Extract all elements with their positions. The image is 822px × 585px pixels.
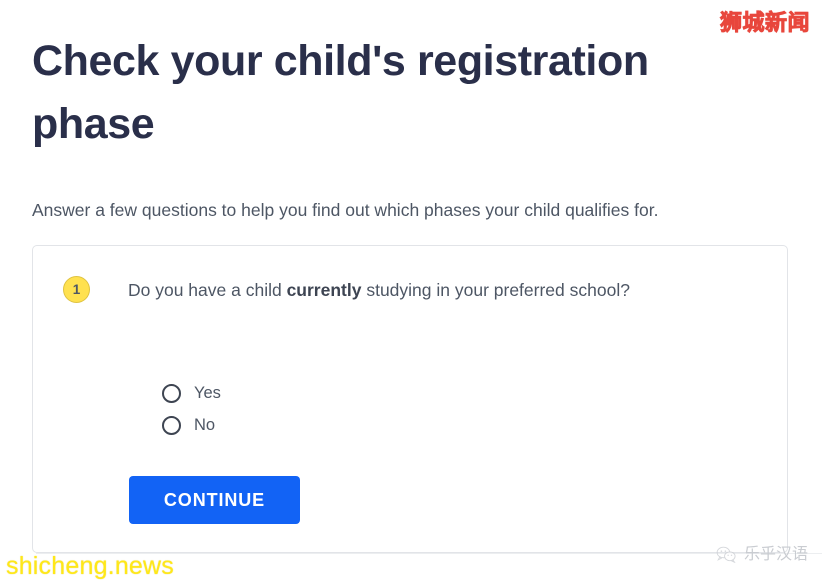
question-text-emphasis: currently [286, 280, 362, 300]
answer-option-no[interactable]: No [162, 409, 221, 441]
watermark-top-right: 狮城新闻 [719, 10, 810, 35]
page-subtitle: Answer a few questions to help you find … [32, 200, 659, 220]
question-text-suffix: studying in your preferred school? [361, 280, 630, 300]
wechat-icon [716, 546, 736, 563]
registration-phase-page: Check your child's registration phase An… [0, 0, 822, 585]
page-title: Check your child's registration phase [32, 37, 649, 149]
answer-option-yes[interactable]: Yes [162, 377, 221, 409]
question-text-prefix: Do you have a child [128, 280, 287, 300]
watermark-bottom-left: shicheng.news [6, 552, 174, 580]
step-number-badge: 1 [63, 276, 90, 303]
answer-option-label-yes: Yes [194, 383, 221, 402]
question-text: Do you have a child currently studying i… [128, 275, 630, 306]
continue-button[interactable]: CONTINUE [129, 476, 300, 524]
watermark-bottom-right: 乐乎汉语 [716, 546, 808, 563]
answer-options-group: Yes No [162, 377, 221, 441]
radio-button-icon-yes[interactable] [162, 383, 181, 403]
answer-option-label-no: No [194, 415, 216, 434]
question-row: 1 Do you have a child currently studying… [63, 275, 757, 306]
radio-button-icon-no[interactable] [162, 415, 181, 435]
watermark-bottom-right-label: 乐乎汉语 [743, 545, 808, 563]
